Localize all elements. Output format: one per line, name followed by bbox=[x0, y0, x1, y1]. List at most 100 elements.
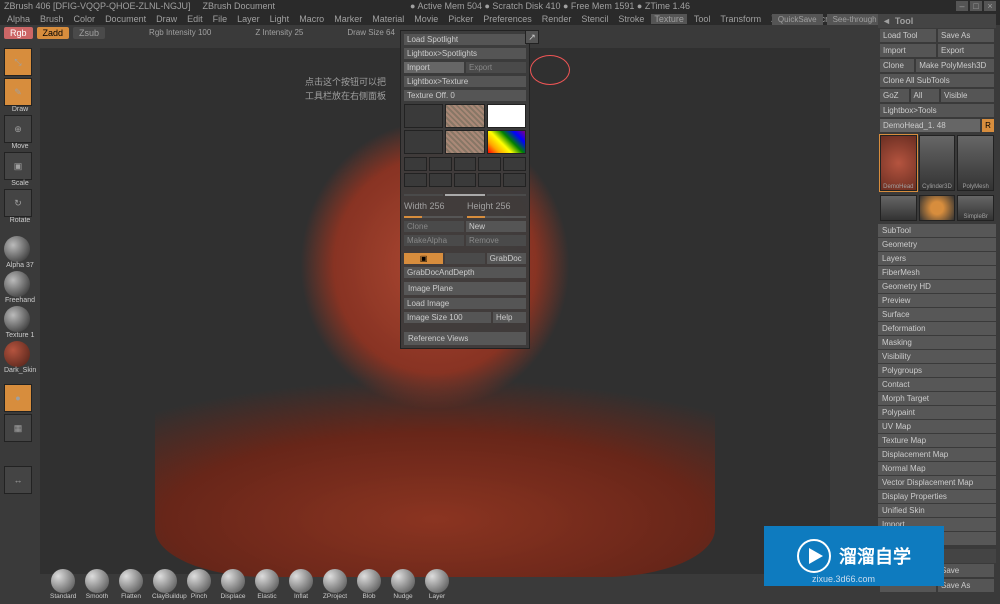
tool-thumb-polymesh[interactable]: PolyMesh bbox=[957, 135, 994, 191]
collapse-icon[interactable]: ◄ bbox=[882, 16, 891, 26]
z-intensity-slider[interactable]: Z Intensity 25 bbox=[255, 28, 303, 37]
lightbox-spotlights-button[interactable]: Lightbox>Spotlights bbox=[404, 48, 526, 59]
brush-inflat[interactable]: Inflat bbox=[288, 569, 314, 600]
brush-nudge[interactable]: Nudge bbox=[390, 569, 416, 600]
tex-op-5[interactable] bbox=[503, 157, 526, 171]
lightbox-tools-button[interactable]: Lightbox>Tools bbox=[880, 104, 994, 117]
zsub-mode-button[interactable]: Zsub bbox=[73, 27, 105, 39]
section-displacement-map[interactable]: Displacement Map bbox=[878, 448, 996, 461]
section-geometry-hd[interactable]: Geometry HD bbox=[878, 280, 996, 293]
popout-icon[interactable]: ↗ bbox=[525, 30, 539, 44]
current-tool-slider[interactable]: DemoHead_1. 48 bbox=[880, 119, 980, 132]
tool-import-button[interactable]: Import bbox=[880, 44, 936, 57]
quicksave-button[interactable]: QuickSave bbox=[772, 14, 823, 25]
section-texture-map[interactable]: Texture Map bbox=[878, 434, 996, 447]
tool-export-button[interactable]: Export bbox=[938, 44, 994, 57]
tex-op-2[interactable] bbox=[429, 157, 452, 171]
menu-picker[interactable]: Picker bbox=[445, 14, 476, 24]
height-slider[interactable] bbox=[467, 216, 526, 218]
menu-movie[interactable]: Movie bbox=[411, 14, 441, 24]
rgb-mode-button[interactable]: Rgb bbox=[4, 27, 33, 39]
local-button[interactable]: ● bbox=[4, 384, 32, 412]
menu-transform[interactable]: Transform bbox=[717, 14, 764, 24]
texture-export-button[interactable]: Export bbox=[466, 62, 526, 73]
image-size-slider[interactable]: Image Size 100 bbox=[404, 312, 491, 323]
section-layers[interactable]: Layers bbox=[878, 252, 996, 265]
brush-smooth[interactable]: Smooth bbox=[84, 569, 110, 600]
menu-macro[interactable]: Macro bbox=[296, 14, 327, 24]
section-unified-skin[interactable]: Unified Skin bbox=[878, 504, 996, 517]
tex-mid-btn[interactable] bbox=[445, 194, 484, 196]
clone-button[interactable]: Clone bbox=[404, 221, 464, 232]
menu-texture[interactable]: Texture bbox=[651, 14, 687, 24]
make-polymesh3d-button[interactable]: Make PolyMesh3D bbox=[916, 59, 994, 72]
menu-tool[interactable]: Tool bbox=[691, 14, 714, 24]
tool-palette-title[interactable]: ◄Tool bbox=[878, 14, 996, 28]
load-image-button[interactable]: Load Image bbox=[404, 298, 526, 309]
menu-edit[interactable]: Edit bbox=[184, 14, 206, 24]
texture-slot-white[interactable] bbox=[487, 104, 526, 128]
tool-thumb-star[interactable] bbox=[919, 195, 956, 221]
brush-elastic[interactable]: Elastic bbox=[254, 569, 280, 600]
menu-brush[interactable]: Brush bbox=[37, 14, 67, 24]
tex-op-4[interactable] bbox=[478, 157, 501, 171]
doc-save-button[interactable]: Save bbox=[938, 564, 994, 577]
grabdocdepth-button[interactable]: GrabDocAndDepth bbox=[404, 267, 526, 278]
grid-button[interactable]: ▦ bbox=[4, 414, 32, 442]
crop-icon[interactable]: ▣ bbox=[404, 253, 443, 264]
tool-thumb-cylinder[interactable]: Cylinder3D bbox=[919, 135, 956, 191]
menu-marker[interactable]: Marker bbox=[331, 14, 365, 24]
section-normal-map[interactable]: Normal Map bbox=[878, 462, 996, 475]
tex-op-9[interactable] bbox=[478, 173, 501, 187]
section-deformation[interactable]: Deformation bbox=[878, 322, 996, 335]
stroke-preview[interactable] bbox=[4, 271, 30, 297]
zadd-mode-button[interactable]: Zadd bbox=[37, 27, 70, 39]
image-plane-header[interactable]: Image Plane bbox=[404, 282, 526, 295]
menu-material[interactable]: Material bbox=[369, 14, 407, 24]
scale-button[interactable]: ▣ bbox=[4, 152, 32, 180]
texture-slot-blank[interactable] bbox=[404, 130, 443, 154]
menu-color[interactable]: Color bbox=[71, 14, 99, 24]
close-button[interactable]: × bbox=[984, 1, 996, 11]
tex-op-8[interactable] bbox=[454, 173, 477, 187]
texture-slot-gradient[interactable] bbox=[487, 130, 526, 154]
tex-load-btn[interactable] bbox=[404, 194, 443, 196]
section-morph-target[interactable]: Morph Target bbox=[878, 392, 996, 405]
section-uv-map[interactable]: UV Map bbox=[878, 420, 996, 433]
section-masking[interactable]: Masking bbox=[878, 336, 996, 349]
section-polypaint[interactable]: Polypaint bbox=[878, 406, 996, 419]
section-fibermesh[interactable]: FiberMesh bbox=[878, 266, 996, 279]
draw-button[interactable]: ✎ bbox=[4, 78, 32, 106]
clone-all-subtools-button[interactable]: Clone All SubTools bbox=[880, 74, 994, 87]
tex-op-1[interactable] bbox=[404, 157, 427, 171]
makealpha-button[interactable]: MakeAlpha bbox=[404, 235, 464, 246]
texture-off-slider[interactable]: Texture Off. 0 bbox=[404, 90, 526, 101]
tex-op-3[interactable] bbox=[454, 157, 477, 171]
new-button[interactable]: New bbox=[466, 221, 526, 232]
section-preview[interactable]: Preview bbox=[878, 294, 996, 307]
load-spotlight-button[interactable]: Load Spotlight bbox=[404, 34, 526, 45]
section-visibility[interactable]: Visibility bbox=[878, 350, 996, 363]
menu-light[interactable]: Light bbox=[267, 14, 293, 24]
save-as-button[interactable]: Save As bbox=[938, 29, 994, 42]
min-button[interactable]: – bbox=[956, 1, 968, 11]
crop-fill[interactable] bbox=[445, 253, 484, 264]
section-display-properties[interactable]: Display Properties bbox=[878, 490, 996, 503]
section-subtool[interactable]: SubTool bbox=[878, 224, 996, 237]
menu-preferences[interactable]: Preferences bbox=[480, 14, 535, 24]
reference-views-header[interactable]: Reference Views bbox=[404, 332, 526, 345]
menu-document[interactable]: Document bbox=[102, 14, 149, 24]
r-button[interactable]: R bbox=[982, 119, 994, 132]
lightbox-texture-button[interactable]: Lightbox>Texture bbox=[404, 76, 526, 87]
menu-draw[interactable]: Draw bbox=[153, 14, 180, 24]
brush-standard[interactable]: Standard bbox=[50, 569, 76, 600]
rotate-button[interactable]: ↻ bbox=[4, 189, 32, 217]
tool-thumb-demohead[interactable]: DemoHead bbox=[880, 135, 917, 191]
tex-op-7[interactable] bbox=[429, 173, 452, 187]
brush-flatten[interactable]: Flatten bbox=[118, 569, 144, 600]
tool-thumb-simplebrush[interactable]: SimpleBr bbox=[957, 195, 994, 221]
help-button[interactable]: Help bbox=[493, 312, 526, 323]
alpha-preview[interactable] bbox=[4, 236, 30, 262]
texture-palette[interactable]: ↗ Load Spotlight Lightbox>Spotlights Imp… bbox=[400, 30, 530, 349]
tex-op-6[interactable] bbox=[404, 173, 427, 187]
